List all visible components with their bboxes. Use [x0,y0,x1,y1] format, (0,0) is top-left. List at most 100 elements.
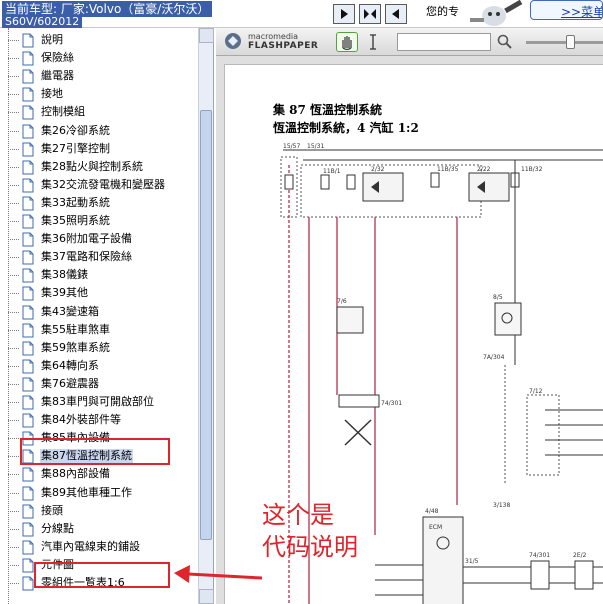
sidebar-item-label: 集59煞車系統 [41,341,110,354]
document-icon [22,51,34,65]
mascot-icon [470,0,523,26]
tree-connector [8,402,19,403]
sidebar-item[interactable]: 分線點 [21,520,75,538]
top-bar: 当前车型: 厂家:Volvo（富豪/沃尔沃） S60V/602012 您的专 >… [0,0,603,28]
sidebar-item[interactable]: 集55駐車煞車 [21,321,111,339]
tree-connector [8,76,19,77]
sidebar-item-label: 集35照明系統 [41,214,110,227]
search-input[interactable] [397,33,491,51]
sidebar-item-label: 接地 [41,87,63,100]
schematic-label: 2E/2 [573,552,587,559]
sidebar-item-label: 集38儀錶 [41,268,88,281]
tree-connector [8,384,19,385]
sidebar-item[interactable]: 集84外裝部件等 [21,411,122,429]
sidebar-item-label: 集33起動系統 [41,196,110,209]
tree-connector [8,293,19,294]
document-icon [22,268,34,282]
scroll-down-icon[interactable] [199,589,214,604]
flashpaper-toolbar: macromedia FLASHPAPER [216,28,603,56]
tree-connector [8,149,19,150]
document-icon [22,286,34,300]
document-icon [22,359,34,373]
document-icon [22,558,34,572]
annotation-line2: 代码说明 [262,533,358,561]
sidebar-item[interactable]: 集39其他 [21,284,89,302]
schematic-label: 11B/32 [521,166,543,173]
play-icon[interactable] [333,4,355,24]
scroll-thumb[interactable] [200,110,212,540]
tree-guide [8,28,9,604]
sidebar-item-label: 集39其他 [41,286,88,299]
tree-connector [8,40,19,41]
sidebar-item[interactable]: 集35照明系統 [21,212,111,230]
sidebar-item[interactable]: 汽車內電線束的鋪設 [21,538,141,556]
schematic-label: 31/5 [465,558,479,565]
sidebar-item[interactable]: 集26冷卻系統 [21,122,111,140]
sidebar-item[interactable]: 說明 [21,31,64,49]
sidebar-item[interactable]: 集33起動系統 [21,194,111,212]
document-icon [22,486,34,500]
sidebar-item[interactable]: 控制模組 [21,103,86,121]
document-icon [22,87,34,101]
annotation-line1: 这个是 [262,501,334,529]
document-icon [22,522,34,536]
sidebar-item[interactable]: 集88內部設備 [21,465,111,483]
sidebar-item[interactable]: 集59煞車系統 [21,339,111,357]
hand-tool-icon[interactable] [336,32,358,52]
document-icon [22,377,34,391]
relay [468,172,510,202]
sidebar-item[interactable]: 集83車門與可開啟部位 [21,393,155,411]
document-icon [22,576,34,590]
zoom-slider-thumb[interactable] [566,35,575,49]
sidebar-scrollbar[interactable] [198,28,214,604]
flashpaper-logo-icon [225,33,241,49]
sidebar-item[interactable]: 集43變速箱 [21,303,100,321]
car-model-code: S60V/602012 [2,16,83,28]
scroll-up-icon[interactable] [199,28,214,43]
sidebar-item[interactable]: 集37電路和保險絲 [21,248,133,266]
sidebar-item[interactable]: 集27引擎控制 [21,140,111,158]
highlight-box-selected [20,438,170,465]
tree-connector [8,221,19,222]
tree-connector [8,511,19,512]
sidebar-item-label: 集32交流發電機和變壓器 [41,178,165,191]
tree-connector [8,112,19,113]
sidebar-item[interactable]: 集64轉向系 [21,357,100,375]
back-icon[interactable] [385,4,407,24]
sidebar-item[interactable]: 集28點火與控制系統 [21,158,144,176]
menu-link[interactable]: >>菜单 [530,0,603,20]
document-icon [22,413,34,427]
schematic-label: 3/138 [493,502,510,509]
sidebar-item[interactable]: 集89其他車種工作 [21,484,133,502]
document-icon [22,178,34,192]
sidebar: 說明 保險絲 繼電器 接地 控制模組 集26冷卻系統 集27引擎控制 集28點火與控制系統 集3… [0,28,214,604]
expand-icon[interactable] [359,4,381,24]
schematic-label: 4/48 [425,508,439,515]
zoom-slider-track[interactable] [526,41,603,44]
document-icon [22,323,34,337]
tree-connector [8,239,19,240]
schematic-label: 7/12 [529,388,543,395]
app-window: { "header": { "car_model_label": "当前车型: … [0,0,603,604]
tree-connector [8,366,19,367]
sidebar-item-label: 繼電器 [41,69,74,82]
sidebar-item[interactable]: 接地 [21,85,64,103]
sidebar-item-label: 集83車門與可開啟部位 [41,395,154,408]
sidebar-item[interactable]: 保險絲 [21,49,75,67]
sidebar-item[interactable]: 接頭 [21,502,64,520]
sidebar-item[interactable]: 集36附加電子設備 [21,230,133,248]
tree-connector [8,547,19,548]
tree-connector [8,493,19,494]
sidebar-item[interactable]: 集38儀錶 [21,266,89,284]
sidebar-item-label: 集84外裝部件等 [41,413,121,426]
sidebar-item[interactable]: 集32交流發電機和變壓器 [21,176,166,194]
tree-connector [8,275,19,276]
sidebar-item[interactable]: 集76避震器 [21,375,100,393]
tree-connector [8,58,19,59]
schematic-label: 74/301 [529,552,550,559]
sidebar-item[interactable]: 繼電器 [21,67,75,85]
text-select-icon[interactable] [366,32,380,52]
document-icon [22,142,34,156]
component-8-5 [494,302,522,336]
search-icon[interactable] [496,33,514,51]
